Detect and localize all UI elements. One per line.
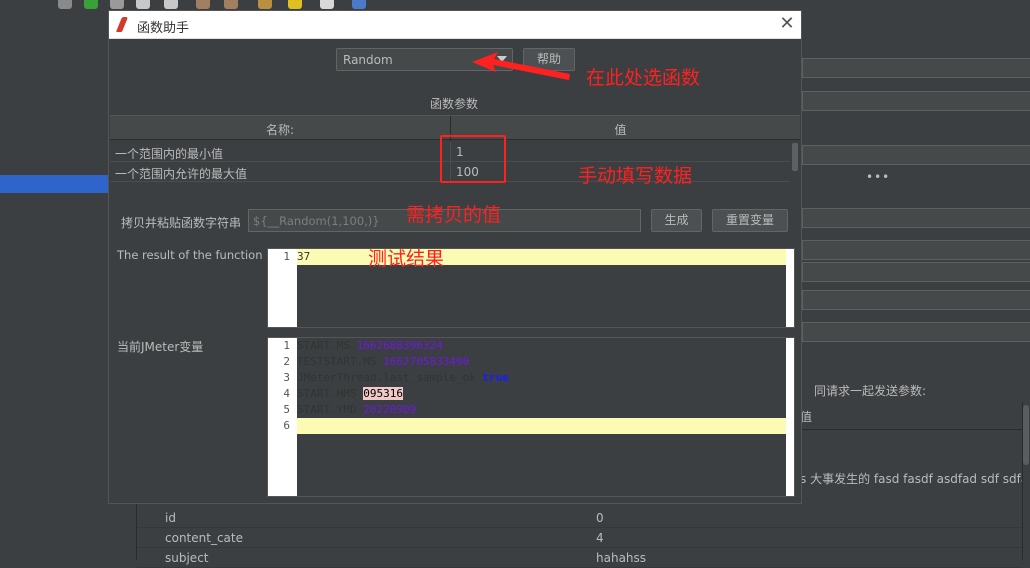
var-value: 1662688396324 — [356, 339, 443, 352]
line-number: 1 — [283, 250, 290, 263]
header-name[interactable]: 名称: — [110, 121, 450, 138]
test-plan-tree[interactable] — [0, 10, 108, 560]
var-key: START.YMD — [297, 403, 364, 416]
annotation-select-here: 在此处选函数 — [586, 67, 701, 89]
function-result-label: The result of the function is — [117, 248, 276, 262]
bg-field[interactable] — [802, 262, 1030, 282]
var-key: JMeterThread.last_sample_ok — [297, 371, 483, 384]
pencil-icon[interactable] — [58, 0, 72, 9]
search-icon[interactable] — [258, 0, 272, 9]
param-name-cell: subject — [165, 551, 209, 565]
more-options-icon[interactable]: ••• — [866, 170, 890, 184]
annotation-fill-data: 手动填写数据 — [578, 165, 693, 187]
param-name-cell: content_cate — [165, 531, 243, 545]
toolbar — [0, 0, 1030, 10]
shutdown-icon[interactable] — [164, 0, 178, 9]
line-number: 5 — [283, 403, 290, 416]
bg-field[interactable] — [802, 322, 1030, 342]
table-row[interactable]: subject hahahss — [137, 548, 1022, 568]
var-line: START.MS 1662688396324 — [297, 339, 443, 352]
line-number: 1 — [283, 339, 290, 352]
var-key: TESTSTART.MS — [297, 355, 384, 368]
var-line: TESTSTART.MS 1662705833490 — [297, 355, 469, 368]
line-number-gutter: 1 — [268, 249, 297, 327]
line-number: 6 — [283, 419, 290, 432]
jmeter-variables-label: 当前JMeter变量 — [117, 340, 204, 354]
run-icon[interactable] — [84, 0, 98, 9]
table-scrollbar-thumb[interactable] — [1023, 405, 1029, 465]
stop-icon[interactable] — [136, 0, 150, 9]
annotation-test-result: 测试结果 — [368, 248, 445, 270]
param-value-cell: 0 — [596, 511, 604, 525]
copy-function-string-label: 拷贝并粘贴函数字符串 — [121, 216, 242, 230]
generate-button[interactable]: 生成 — [651, 209, 702, 232]
editor-body[interactable]: START.MS 1662688396324 TESTSTART.MS 1662… — [297, 338, 786, 496]
line-number: 2 — [283, 355, 290, 368]
params-scrollbar-thumb[interactable] — [792, 143, 798, 171]
dialog-title: 函数助手 — [137, 21, 190, 36]
dialog-titlebar[interactable]: 函数助手 ✕ — [109, 11, 801, 39]
table-row[interactable]: id 0 — [137, 508, 1022, 528]
bg-field[interactable] — [802, 91, 1030, 111]
line-number: 3 — [283, 371, 290, 384]
table-row[interactable]: content_cate 4 — [137, 528, 1022, 548]
function-select-value: Random — [343, 53, 393, 67]
annotation-copy-value: 需拷贝的值 — [406, 204, 502, 226]
annotation-arrow — [472, 52, 570, 80]
var-line: START.YMD 20220909 — [297, 403, 416, 416]
bg-field[interactable] — [802, 290, 1030, 310]
var-value: true — [482, 371, 509, 384]
result-value: 37 — [297, 250, 311, 263]
function-result-editor[interactable]: 1 37 — [267, 248, 795, 328]
param-value-cell: hahahss — [596, 551, 647, 565]
param-name: 一个范围内允许的最大值 — [115, 167, 248, 181]
function-helper-icon[interactable] — [320, 0, 334, 9]
bg-field[interactable] — [802, 145, 1030, 165]
send-parameters-label: 同请求一起发送参数: — [814, 384, 927, 398]
editor-scrollbar[interactable] — [786, 249, 794, 327]
var-key: START.HMS — [297, 387, 364, 400]
function-params-title: 函数参数 — [430, 97, 479, 111]
var-value: 20220909 — [363, 403, 417, 416]
jmeter-feather-icon — [115, 17, 129, 32]
clear-icon[interactable] — [196, 0, 210, 9]
reset-search-icon[interactable] — [288, 0, 302, 9]
var-value: 1662705833490 — [383, 355, 470, 368]
help-icon[interactable] — [352, 0, 366, 9]
value-column-header[interactable]: 值 — [792, 402, 1022, 430]
current-line-highlight — [297, 418, 786, 434]
annotation-highlight-box — [440, 135, 506, 183]
bg-field[interactable] — [802, 208, 1030, 228]
line-number-gutter: 1 2 3 4 5 6 — [268, 338, 297, 496]
jmeter-variables-editor[interactable]: 1 2 3 4 5 6 START.MS 1662688396324 TESTS… — [267, 337, 795, 497]
param-name-cell: id — [165, 511, 176, 525]
var-line: START.HMS 095316 — [297, 387, 403, 400]
var-value: 095316 — [363, 387, 403, 400]
var-line: JMeterThread.last_sample_ok true — [297, 371, 509, 384]
editor-scrollbar[interactable] — [786, 338, 794, 496]
arrow-shape — [472, 52, 570, 80]
start-no-pause-icon[interactable] — [110, 0, 124, 9]
var-key: START.MS — [297, 339, 357, 352]
reset-variables-button[interactable]: 重置变量 — [712, 209, 788, 232]
bg-field[interactable] — [802, 240, 1030, 260]
close-button[interactable]: ✕ — [777, 14, 797, 34]
tree-selected-row[interactable] — [0, 175, 108, 193]
bg-field[interactable] — [802, 58, 1030, 78]
clear-all-icon[interactable] — [224, 0, 238, 9]
param-value-cell: 4 — [596, 531, 604, 545]
param-name: 一个范围内的最小值 — [115, 147, 224, 161]
long-value-cell[interactable]: s 大事发生的 fasd fasdf asdfad sdf sdfa... — [800, 470, 1030, 487]
line-number: 4 — [283, 387, 290, 400]
